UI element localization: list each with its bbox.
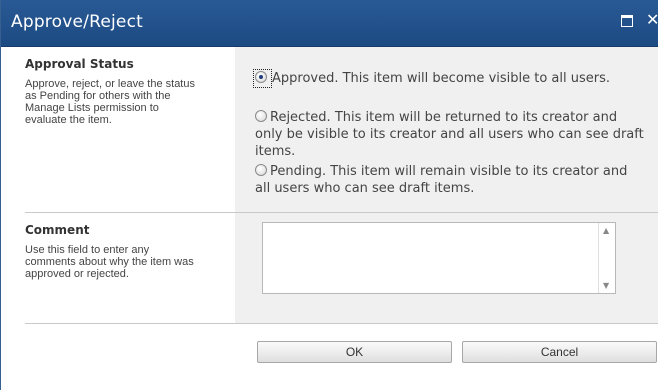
rejected-label: Rejected. This item will be returned to … (255, 110, 644, 159)
rejected-radio-button[interactable] (255, 110, 267, 122)
close-icon[interactable]: ✕ (646, 10, 658, 29)
comment-textarea-frame: ▲ ▼ (262, 222, 616, 294)
comment-section: ▲ ▼ Comment Use this field to enter any … (25, 213, 658, 323)
approval-status-description: Approve, reject, or leave the status as … (25, 78, 195, 126)
pending-radio-button[interactable] (255, 164, 267, 176)
dialog-titlebar: Approve/Reject ✕ (1, 0, 658, 47)
scroll-up-icon[interactable]: ▲ (603, 226, 609, 235)
ok-button[interactable]: OK (257, 341, 452, 363)
radio-rejected[interactable]: Rejected. This item will be returned to … (255, 109, 645, 160)
approve-reject-dialog: Approve/Reject ✕ Approval Status Approve… (0, 0, 658, 390)
pending-label: Pending. This item will remain visible t… (255, 164, 628, 196)
approved-label: Approved. This item will become visible … (272, 71, 611, 86)
comment-scrollbar[interactable]: ▲ ▼ (598, 223, 615, 293)
radio-pending[interactable]: Pending. This item will remain visible t… (255, 163, 645, 197)
dialog-title: Approve/Reject (11, 12, 143, 32)
comment-title: Comment (25, 223, 90, 237)
radio-approved[interactable]: Approved. This item will become visible … (253, 69, 645, 88)
approval-status-label-area: Approval Status Approve, reject, or leav… (25, 47, 235, 126)
section-divider (25, 323, 658, 324)
approval-status-section: Approval Status Approve, reject, or leav… (25, 47, 658, 212)
maximize-icon[interactable] (621, 15, 633, 27)
cancel-button[interactable]: Cancel (462, 341, 657, 363)
comment-field-area: ▲ ▼ (235, 213, 658, 323)
comment-description: Use this field to enter any comments abo… (25, 244, 194, 280)
focus-ring (253, 69, 272, 88)
scroll-down-icon[interactable]: ▼ (603, 281, 609, 290)
approved-radio-button[interactable] (255, 71, 267, 83)
approval-status-title: Approval Status (25, 57, 134, 71)
comment-label-area: Comment Use this field to enter any comm… (25, 213, 235, 280)
